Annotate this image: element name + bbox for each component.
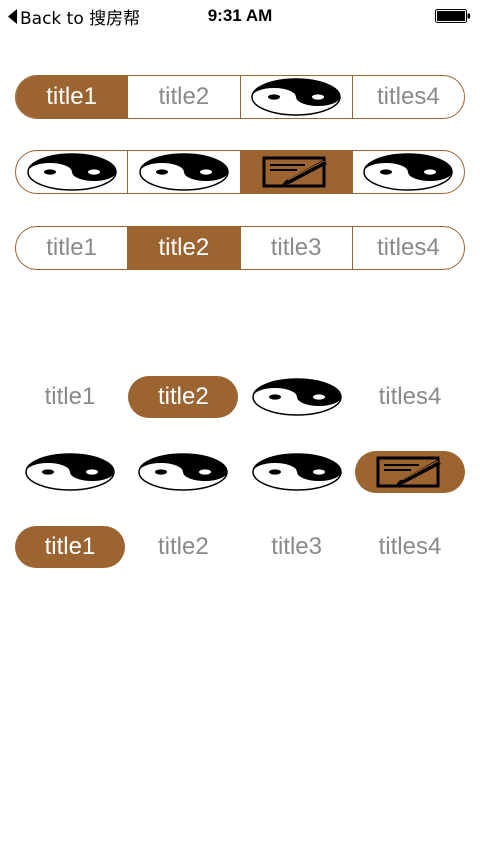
segment-title1[interactable]: title1 [16,76,128,118]
segment-label: title2 [158,234,210,261]
yin-yang-icon [138,152,230,192]
yin-yang-icon [362,152,454,192]
status-bar: Back to 搜房帮 9:31 AM [0,0,480,32]
segment-label: title3 [270,234,322,261]
pill-titles4[interactable]: titles4 [355,526,465,568]
battery-icon [435,9,471,23]
segment-titles4[interactable]: titles4 [351,227,464,269]
pill-label: title1 [44,383,96,410]
segment-title2[interactable]: title2 [127,76,239,118]
pill-label: titles4 [378,533,442,560]
segment-label: titles4 [377,234,440,261]
yin-yang-icon [251,452,343,492]
segment-yin-yang-1[interactable] [16,151,127,193]
pill-label: title3 [271,533,322,560]
segment-label: title1 [46,234,97,261]
yin-yang-icon [251,377,343,417]
pill-title3[interactable]: title3 [242,526,352,568]
pill-yin-yang-2[interactable] [128,451,238,493]
yin-yang-icon [250,77,342,117]
pill-control-1: title1 title2 titles4 [15,376,465,420]
pill-title1[interactable]: title1 [15,376,125,418]
segmented-control-1: title1 title2 titles4 [15,75,465,119]
clock: 9:31 AM [207,6,273,25]
segment-yin-yang-4[interactable] [351,151,464,193]
pill-yin-yang-3[interactable] [242,451,352,493]
yin-yang-icon [26,152,118,192]
segment-label: titles4 [377,83,440,110]
segment-title1[interactable]: title1 [16,227,127,269]
segment-edit[interactable] [239,151,352,193]
pill-control-2 [15,451,465,495]
pill-label: title2 [157,383,209,410]
yin-yang-icon [137,452,229,492]
segment-title3[interactable]: title3 [239,227,352,269]
pill-title2[interactable]: title2 [128,376,239,418]
pill-label: title1 [44,533,96,560]
pill-yin-yang-1[interactable] [15,451,125,493]
pill-label: titles4 [378,383,442,410]
segmented-control-3: title1 title2 title3 titles4 [15,226,465,270]
segment-label: title1 [46,83,97,110]
segment-yin-yang[interactable] [239,76,352,118]
pill-title1[interactable]: title1 [15,526,125,568]
pill-titles4[interactable]: titles4 [355,376,465,418]
pill-yin-yang[interactable] [242,376,352,418]
segment-title2[interactable]: title2 [127,227,240,269]
edit-icon [375,454,445,490]
segment-yin-yang-2[interactable] [127,151,239,193]
edit-icon [261,154,331,190]
yin-yang-icon [24,452,116,492]
pill-label: title2 [157,533,209,560]
pill-title2[interactable]: title2 [128,526,238,568]
segment-titles4[interactable]: titles4 [351,76,464,118]
segmented-control-2 [15,150,465,194]
pill-edit[interactable] [354,451,465,493]
pill-control-3: title1 title2 title3 titles4 [15,526,465,570]
segment-label: title2 [158,83,210,110]
